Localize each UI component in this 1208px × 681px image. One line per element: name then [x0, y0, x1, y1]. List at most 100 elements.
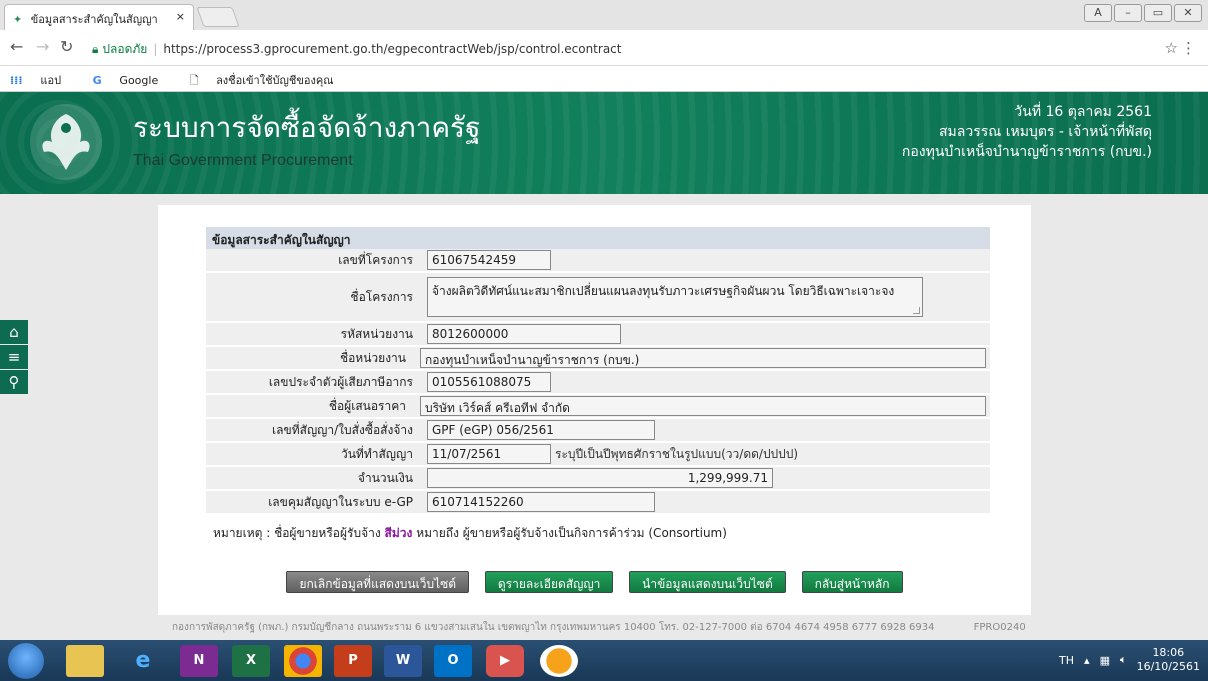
bookmark-signin-label: ลงชื่อเข้าใช้บัญชีของคุณ [216, 74, 334, 87]
network-icon[interactable]: ▦ [1100, 654, 1110, 667]
bookmark-apps-label: แอป [40, 74, 62, 87]
publish-to-website-button[interactable]: นำข้อมูลแสดงบนเว็บไซต์ [629, 571, 786, 593]
app-icon[interactable] [540, 645, 578, 677]
agency-name-label: ชื่อหน่วยงาน [339, 350, 406, 365]
user-name: สมลวรรณ เหมบุตร - เจ้าหน้าที่พัสดุ [939, 124, 1152, 140]
project-number-field[interactable]: 61067542459 [427, 250, 551, 270]
footer-address: กองการพัสดุภาครัฐ (กพภ.) กรมบัญชีกลาง ถน… [172, 622, 935, 633]
tab-close-button[interactable]: × [176, 10, 185, 23]
side-nav: ⌂ ≡ ⚲ [0, 320, 28, 395]
remark-note: หมายเหตุ : ชื่อผู้ขายหรือผู้รับจ้าง สีม่… [213, 524, 727, 543]
note-prefix: หมายเหตุ : ชื่อผู้ขายหรือผู้รับจ้าง [213, 526, 381, 540]
row-contract-number: เลขที่สัญญา/ใบสั่งซื้อสั่งจ้าง GPF (eGP)… [206, 419, 990, 443]
volume-icon[interactable]: 🔈︎ [1120, 653, 1127, 667]
current-date: วันที่ 16 ตุลาคม 2561 [1014, 104, 1152, 120]
bookmark-signin[interactable]: 🗋︎ ลงชื่อเข้าใช้บัญชีของคุณ [190, 74, 348, 87]
excel-icon[interactable]: X [232, 645, 270, 677]
view-contract-detail-button[interactable]: ดูรายละเอียดสัญญา [484, 571, 614, 593]
window-controls: A – ▭ ✕ [1084, 4, 1202, 22]
contract-date-field[interactable]: 11/07/2561 [427, 444, 551, 464]
user-info: วันที่ 16 ตุลาคม 2561 สมลวรรณ เหมบุตร - … [902, 102, 1152, 162]
note-suffix: หมายถึง ผู้ขายหรือผู้รับจ้างเป็นกิจการค้… [416, 526, 727, 540]
taskbar-clock[interactable]: 18:06 16/10/2561 [1137, 646, 1200, 674]
agency-code-label: รหัสหน่วยงาน [340, 326, 413, 341]
contract-date-label: วันที่ทำสัญญา [340, 446, 413, 461]
outlook-icon[interactable]: O [434, 645, 472, 677]
system-title: ระบบการจัดซื้อจัดจ้างภาครัฐ [133, 111, 481, 144]
agency-code-field[interactable]: 8012600000 [427, 324, 621, 344]
reload-icon[interactable]: ↻ [60, 39, 73, 55]
back-to-home-button[interactable]: กลับสู่หน้าหลัก [801, 571, 903, 593]
contract-form: ข้อมูลสาระสำคัญในสัญญา เลขที่โครงการ 610… [206, 227, 990, 515]
user-organization: กองทุนบำเหน็จบำนาญข้าราชการ (กบข.) [901, 144, 1152, 160]
minimize-button[interactable]: – [1114, 4, 1142, 22]
taxpayer-id-field[interactable]: 0105561088075 [427, 372, 551, 392]
powerpoint-icon[interactable]: P [334, 645, 372, 677]
form-heading: ข้อมูลสาระสำคัญในสัญญา [206, 227, 990, 249]
browser-titlebar: ✦ ข้อมูลสาระสำคัญในสัญญา × A – ▭ ✕ [0, 0, 1208, 30]
browser-menu-icon[interactable]: ⋮ [1181, 39, 1196, 57]
search-icon[interactable]: ⚲ [0, 370, 28, 394]
onenote-icon[interactable]: N [180, 645, 218, 677]
row-contract-date: วันที่ทำสัญญา 11/07/2561 ระบุปีเป็นปีพุทธ… [206, 443, 990, 467]
url-text: https://process3.gprocurement.go.th/egpe… [163, 42, 622, 56]
row-taxpayer-id: เลขประจำตัวผู้เสียภาษีอากร 0105561088075 [206, 371, 990, 395]
page-footer: กองการพัสดุภาครัฐ (กพภ.) กรมบัญชีกลาง ถน… [172, 620, 1026, 635]
row-project-name: ชื่อโครงการ จ้างผลิตวิดีทัศน์แนะสมาชิกเป… [206, 273, 990, 323]
forward-arrow-icon[interactable]: → [36, 39, 49, 55]
site-favicon-icon: ✦ [13, 13, 23, 26]
google-icon: G [92, 74, 106, 87]
apps-grid-icon: ⁞⁞⁞ [10, 74, 27, 87]
agency-name-field[interactable]: กองทุนบำเหน็จบำนาญข้าราชการ (กบข.) [420, 348, 986, 368]
row-bidder-name: ชื่อผู้เสนอราคา บริษัท เวิร์คส์ ครีเอทีฟ… [206, 395, 990, 419]
bookmark-google[interactable]: G Google [93, 74, 173, 87]
amount-field[interactable]: 1,299,999.71 [427, 468, 773, 488]
language-indicator[interactable]: TH [1059, 654, 1074, 667]
amount-label: จำนวนเงิน [357, 470, 413, 485]
contract-number-label: เลขที่สัญญา/ใบสั่งซื้อสั่งจ้าง [272, 422, 413, 437]
clock-date: 16/10/2561 [1136, 660, 1200, 673]
browser-tab[interactable]: ✦ ข้อมูลสาระสำคัญในสัญญา × [4, 4, 194, 30]
internet-explorer-icon[interactable]: e [124, 645, 162, 677]
comptroller-general-logo [30, 104, 102, 180]
url-separator: | [153, 42, 158, 56]
back-arrow-icon[interactable]: ← [10, 39, 23, 55]
taxpayer-id-label: เลขประจำตัวผู้เสียภาษีอากร [268, 374, 413, 389]
system-tray: TH ▴ ▦ 🔈︎ 18:06 16/10/2561 [1059, 646, 1200, 674]
garuda-emblem-icon [42, 114, 90, 170]
url-input[interactable]: 🔒︎ ปลอดภัย | https://process3.gprocurement.… [86, 36, 1172, 60]
project-number-label: เลขที่โครงการ [338, 252, 413, 267]
media-player-icon[interactable]: ▶ [486, 645, 524, 677]
bidder-name-field[interactable]: บริษัท เวิร์คส์ ครีเอทีฟ จำกัด [420, 396, 986, 416]
profile-icon[interactable]: A [1084, 4, 1112, 22]
secure-label: ปลอดภัย [102, 42, 148, 56]
bookmark-apps[interactable]: ⁞⁞⁞ แอป [10, 74, 75, 87]
maximize-button[interactable]: ▭ [1144, 4, 1172, 22]
row-egp-control-number: เลขคุมสัญญาในระบบ e-GP 610714152260 [206, 491, 990, 515]
file-explorer-icon[interactable] [66, 645, 104, 677]
word-icon[interactable]: W [384, 645, 422, 677]
close-window-button[interactable]: ✕ [1174, 4, 1202, 22]
egp-control-number-label: เลขคุมสัญญาในระบบ e-GP [268, 494, 413, 509]
note-purple-word: สีม่วง [384, 526, 413, 540]
cancel-display-button[interactable]: ยกเลิกข้อมูลที่แสดงบนเว็บไซต์ [286, 571, 470, 593]
date-format-hint: ระบุปีเป็นปีพุทธศักราชในรูปแบบ(วว/ดด/ปปป… [555, 446, 799, 461]
egp-control-number-field[interactable]: 610714152260 [427, 492, 655, 512]
new-tab-button[interactable] [196, 7, 240, 27]
start-button[interactable] [8, 643, 44, 679]
system-subtitle: Thai Government Procurement [133, 152, 353, 169]
tray-expand-icon[interactable]: ▴ [1084, 654, 1090, 667]
chrome-icon[interactable] [284, 645, 322, 677]
main-panel: ข้อมูลสาระสำคัญในสัญญา เลขที่โครงการ 610… [158, 205, 1031, 615]
row-amount: จำนวนเงิน 1,299,999.71 [206, 467, 990, 491]
bookmark-star-icon[interactable]: ☆ [1165, 39, 1178, 57]
project-name-label: ชื่อโครงการ [350, 289, 413, 304]
bookmarks-bar: ⁞⁞⁞ แอป G Google 🗋︎ ลงชื่อเข้าใช้บัญชีขอ… [0, 66, 1208, 92]
address-bar-row: ← → ↻ 🔒︎ ปลอดภัย | https://process3.gprocur… [0, 30, 1208, 66]
action-buttons: ยกเลิกข้อมูลที่แสดงบนเว็บไซต์ ดูรายละเอี… [158, 571, 1031, 593]
lock-icon: 🔒︎ [92, 42, 99, 56]
menu-icon[interactable]: ≡ [0, 345, 28, 369]
home-icon[interactable]: ⌂ [0, 320, 28, 344]
contract-number-field[interactable]: GPF (eGP) 056/2561 [427, 420, 655, 440]
project-name-textarea[interactable]: จ้างผลิตวิดีทัศน์แนะสมาชิกเปลี่ยนแผนลงทุ… [427, 277, 923, 317]
